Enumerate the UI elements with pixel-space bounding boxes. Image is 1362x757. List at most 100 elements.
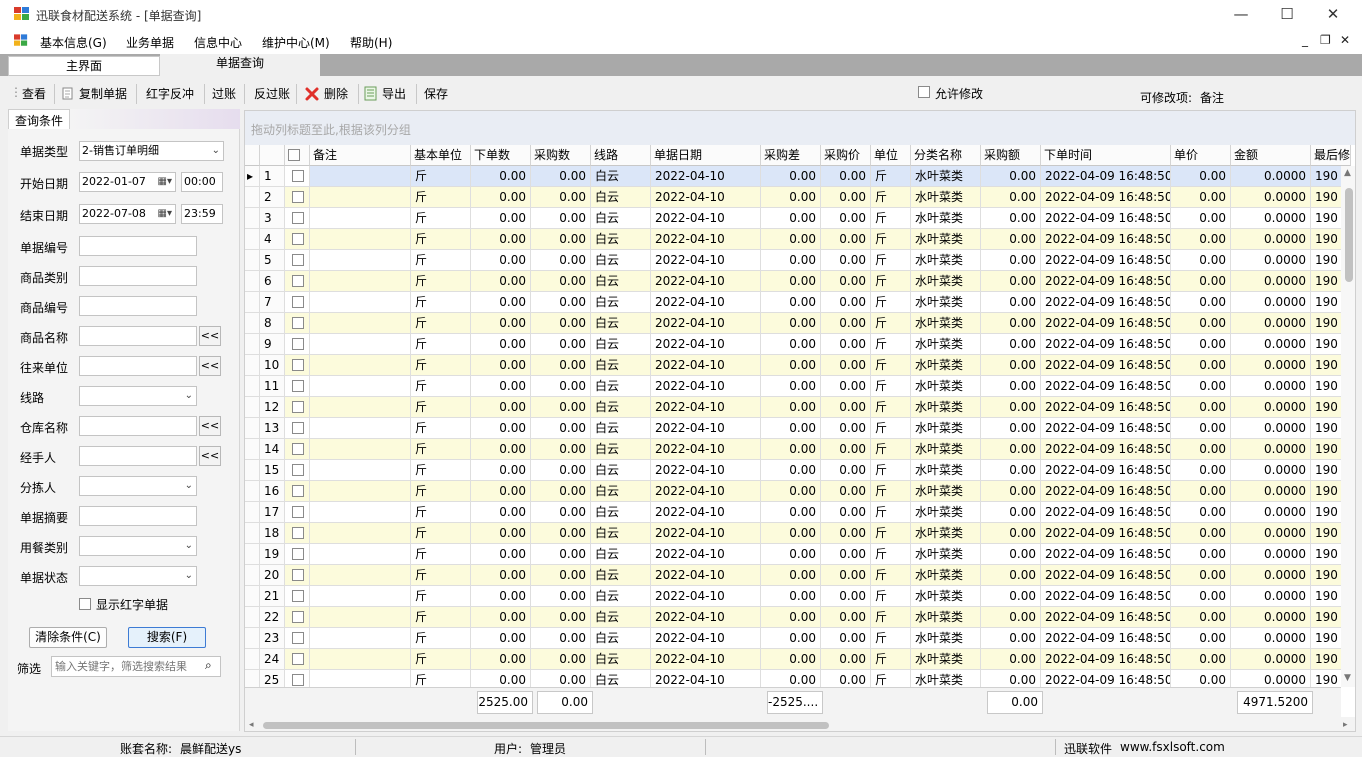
cell-purchase-amount[interactable]: 0.00 bbox=[981, 334, 1041, 355]
cell-unit[interactable]: 斤 bbox=[871, 166, 911, 187]
cell-doc-date[interactable]: 2022-04-10 bbox=[651, 166, 761, 187]
column-header-category[interactable]: 分类名称 bbox=[911, 145, 981, 166]
cell-base-unit[interactable]: 斤 bbox=[411, 250, 471, 271]
cell-amount[interactable]: 0.0000 bbox=[1231, 187, 1311, 208]
cell-amount[interactable]: 0.0000 bbox=[1231, 607, 1311, 628]
cell-unit-price[interactable]: 0.00 bbox=[1171, 586, 1231, 607]
cell-last-modified[interactable]: 190 bbox=[1311, 166, 1341, 187]
cell-unit[interactable]: 斤 bbox=[871, 418, 911, 439]
doc-status-select[interactable]: ⌄ bbox=[79, 566, 197, 586]
handler-input[interactable] bbox=[79, 446, 197, 466]
cell-purchase-diff[interactable]: 0.00 bbox=[761, 313, 821, 334]
tab-main[interactable]: 主界面 bbox=[8, 56, 160, 76]
cell-category[interactable]: 水叶菜类 bbox=[911, 229, 981, 250]
column-header-order-time[interactable]: 下单时间 bbox=[1041, 145, 1171, 166]
cell-purchase-amount[interactable]: 0.00 bbox=[981, 586, 1041, 607]
cell-category[interactable]: 水叶菜类 bbox=[911, 460, 981, 481]
row-checkbox[interactable] bbox=[292, 484, 304, 497]
table-row[interactable]: 21 斤 0.00 0.00 白云 2022-04-10 0.00 0.00 斤水叶菜类 0.00… bbox=[245, 586, 1341, 607]
cell-purchase-diff[interactable]: 0.00 bbox=[761, 586, 821, 607]
cell-amount[interactable]: 0.0000 bbox=[1231, 229, 1311, 250]
sorter-select[interactable]: ⌄ bbox=[79, 476, 197, 496]
menu-business-docs[interactable]: 业务单据 bbox=[126, 34, 174, 51]
scroll-right-icon[interactable]: ▸ bbox=[1343, 720, 1348, 730]
mdi-close-button[interactable]: ✕ bbox=[1340, 33, 1350, 47]
cell-route[interactable]: 白云 bbox=[591, 607, 651, 628]
cell-note[interactable] bbox=[310, 397, 411, 418]
cell-route[interactable]: 白云 bbox=[591, 418, 651, 439]
warehouse-pick-button[interactable]: << bbox=[199, 416, 221, 436]
cell-order-time[interactable]: 2022-04-09 16:48:50 bbox=[1041, 439, 1171, 460]
table-row[interactable]: 24 斤 0.00 0.00 白云 2022-04-10 0.00 0.00 斤水叶菜类 0.00… bbox=[245, 649, 1341, 670]
table-row[interactable]: 14 斤 0.00 0.00 白云 2022-04-10 0.00 0.00 斤水叶菜类 0.00… bbox=[245, 439, 1341, 460]
cell-route[interactable]: 白云 bbox=[591, 544, 651, 565]
cell-order-qty[interactable]: 0.00 bbox=[471, 397, 531, 418]
end-date-picker[interactable]: 2022-07-08 ▦▾ bbox=[79, 204, 176, 224]
cell-doc-date[interactable]: 2022-04-10 bbox=[651, 565, 761, 586]
table-row[interactable]: 3 斤 0.00 0.00 白云 2022-04-10 0.00 0.00 斤水叶菜类 0.00 2… bbox=[245, 208, 1341, 229]
cell-unit-price[interactable]: 0.00 bbox=[1171, 208, 1231, 229]
row-checkbox-cell[interactable] bbox=[285, 607, 310, 628]
cell-route[interactable]: 白云 bbox=[591, 250, 651, 271]
table-row[interactable]: 9 斤 0.00 0.00 白云 2022-04-10 0.00 0.00 斤水叶菜类 0.00 2… bbox=[245, 334, 1341, 355]
cell-unit-price[interactable]: 0.00 bbox=[1171, 439, 1231, 460]
cell-purchase-amount[interactable]: 0.00 bbox=[981, 187, 1041, 208]
row-checkbox[interactable] bbox=[292, 652, 304, 665]
cell-route[interactable]: 白云 bbox=[591, 670, 651, 687]
row-checkbox-cell[interactable] bbox=[285, 586, 310, 607]
cell-route[interactable]: 白云 bbox=[591, 481, 651, 502]
cell-purchase-amount[interactable]: 0.00 bbox=[981, 250, 1041, 271]
cell-amount[interactable]: 0.0000 bbox=[1231, 649, 1311, 670]
cell-category[interactable]: 水叶菜类 bbox=[911, 271, 981, 292]
cell-amount[interactable]: 0.0000 bbox=[1231, 502, 1311, 523]
column-header-last-modified[interactable]: 最后修 bbox=[1311, 145, 1351, 166]
cell-route[interactable]: 白云 bbox=[591, 208, 651, 229]
cell-order-qty[interactable]: 0.00 bbox=[471, 544, 531, 565]
menu-basic-info[interactable]: 基本信息(G) bbox=[40, 34, 107, 51]
row-checkbox-cell[interactable] bbox=[285, 460, 310, 481]
cell-purchase-amount[interactable]: 0.00 bbox=[981, 502, 1041, 523]
cell-note[interactable] bbox=[310, 565, 411, 586]
cell-base-unit[interactable]: 斤 bbox=[411, 355, 471, 376]
vertical-scroll-thumb[interactable] bbox=[1345, 188, 1353, 282]
row-checkbox[interactable] bbox=[292, 190, 304, 203]
column-header-unit[interactable]: 单位 bbox=[871, 145, 911, 166]
cell-order-time[interactable]: 2022-04-09 16:48:50 bbox=[1041, 271, 1171, 292]
category-input[interactable] bbox=[79, 266, 197, 286]
cell-doc-date[interactable]: 2022-04-10 bbox=[651, 649, 761, 670]
cell-doc-date[interactable]: 2022-04-10 bbox=[651, 607, 761, 628]
cell-purchase-diff[interactable]: 0.00 bbox=[761, 292, 821, 313]
cell-base-unit[interactable]: 斤 bbox=[411, 187, 471, 208]
table-row[interactable]: 19 斤 0.00 0.00 白云 2022-04-10 0.00 0.00 斤水叶菜类 0.00… bbox=[245, 544, 1341, 565]
cell-purchase-amount[interactable]: 0.00 bbox=[981, 418, 1041, 439]
cell-note[interactable] bbox=[310, 439, 411, 460]
cell-purchase-diff[interactable]: 0.00 bbox=[761, 481, 821, 502]
cell-purchase-qty[interactable]: 0.00 bbox=[531, 208, 591, 229]
table-row[interactable]: 12 斤 0.00 0.00 白云 2022-04-10 0.00 0.00 斤水叶菜类 0.00… bbox=[245, 397, 1341, 418]
cell-unit[interactable]: 斤 bbox=[871, 481, 911, 502]
mdi-minimize-button[interactable]: _ bbox=[1302, 33, 1308, 47]
cell-purchase-amount[interactable]: 0.00 bbox=[981, 607, 1041, 628]
cell-route[interactable]: 白云 bbox=[591, 502, 651, 523]
row-checkbox[interactable] bbox=[292, 211, 304, 224]
cell-purchase-diff[interactable]: 0.00 bbox=[761, 439, 821, 460]
red-reverse-button[interactable]: 红字反冲 bbox=[146, 85, 194, 102]
cell-last-modified[interactable]: 190 bbox=[1311, 250, 1341, 271]
cell-last-modified[interactable]: 190 bbox=[1311, 334, 1341, 355]
cell-route[interactable]: 白云 bbox=[591, 439, 651, 460]
column-header-purchase-price[interactable]: 采购价 bbox=[821, 145, 871, 166]
delete-button[interactable]: 删除 bbox=[324, 85, 348, 102]
mdi-restore-button[interactable]: ❐ bbox=[1320, 33, 1331, 47]
cell-order-qty[interactable]: 0.00 bbox=[471, 313, 531, 334]
cell-unit[interactable]: 斤 bbox=[871, 208, 911, 229]
row-checkbox[interactable] bbox=[292, 421, 304, 434]
cell-amount[interactable]: 0.0000 bbox=[1231, 565, 1311, 586]
cell-doc-date[interactable]: 2022-04-10 bbox=[651, 460, 761, 481]
cell-purchase-diff[interactable]: 0.00 bbox=[761, 397, 821, 418]
cell-order-time[interactable]: 2022-04-09 16:48:50 bbox=[1041, 292, 1171, 313]
row-checkbox-cell[interactable] bbox=[285, 628, 310, 649]
cell-purchase-diff[interactable]: 0.00 bbox=[761, 376, 821, 397]
row-checkbox-cell[interactable] bbox=[285, 166, 310, 187]
row-checkbox-cell[interactable] bbox=[285, 565, 310, 586]
cell-purchase-qty[interactable]: 0.00 bbox=[531, 334, 591, 355]
